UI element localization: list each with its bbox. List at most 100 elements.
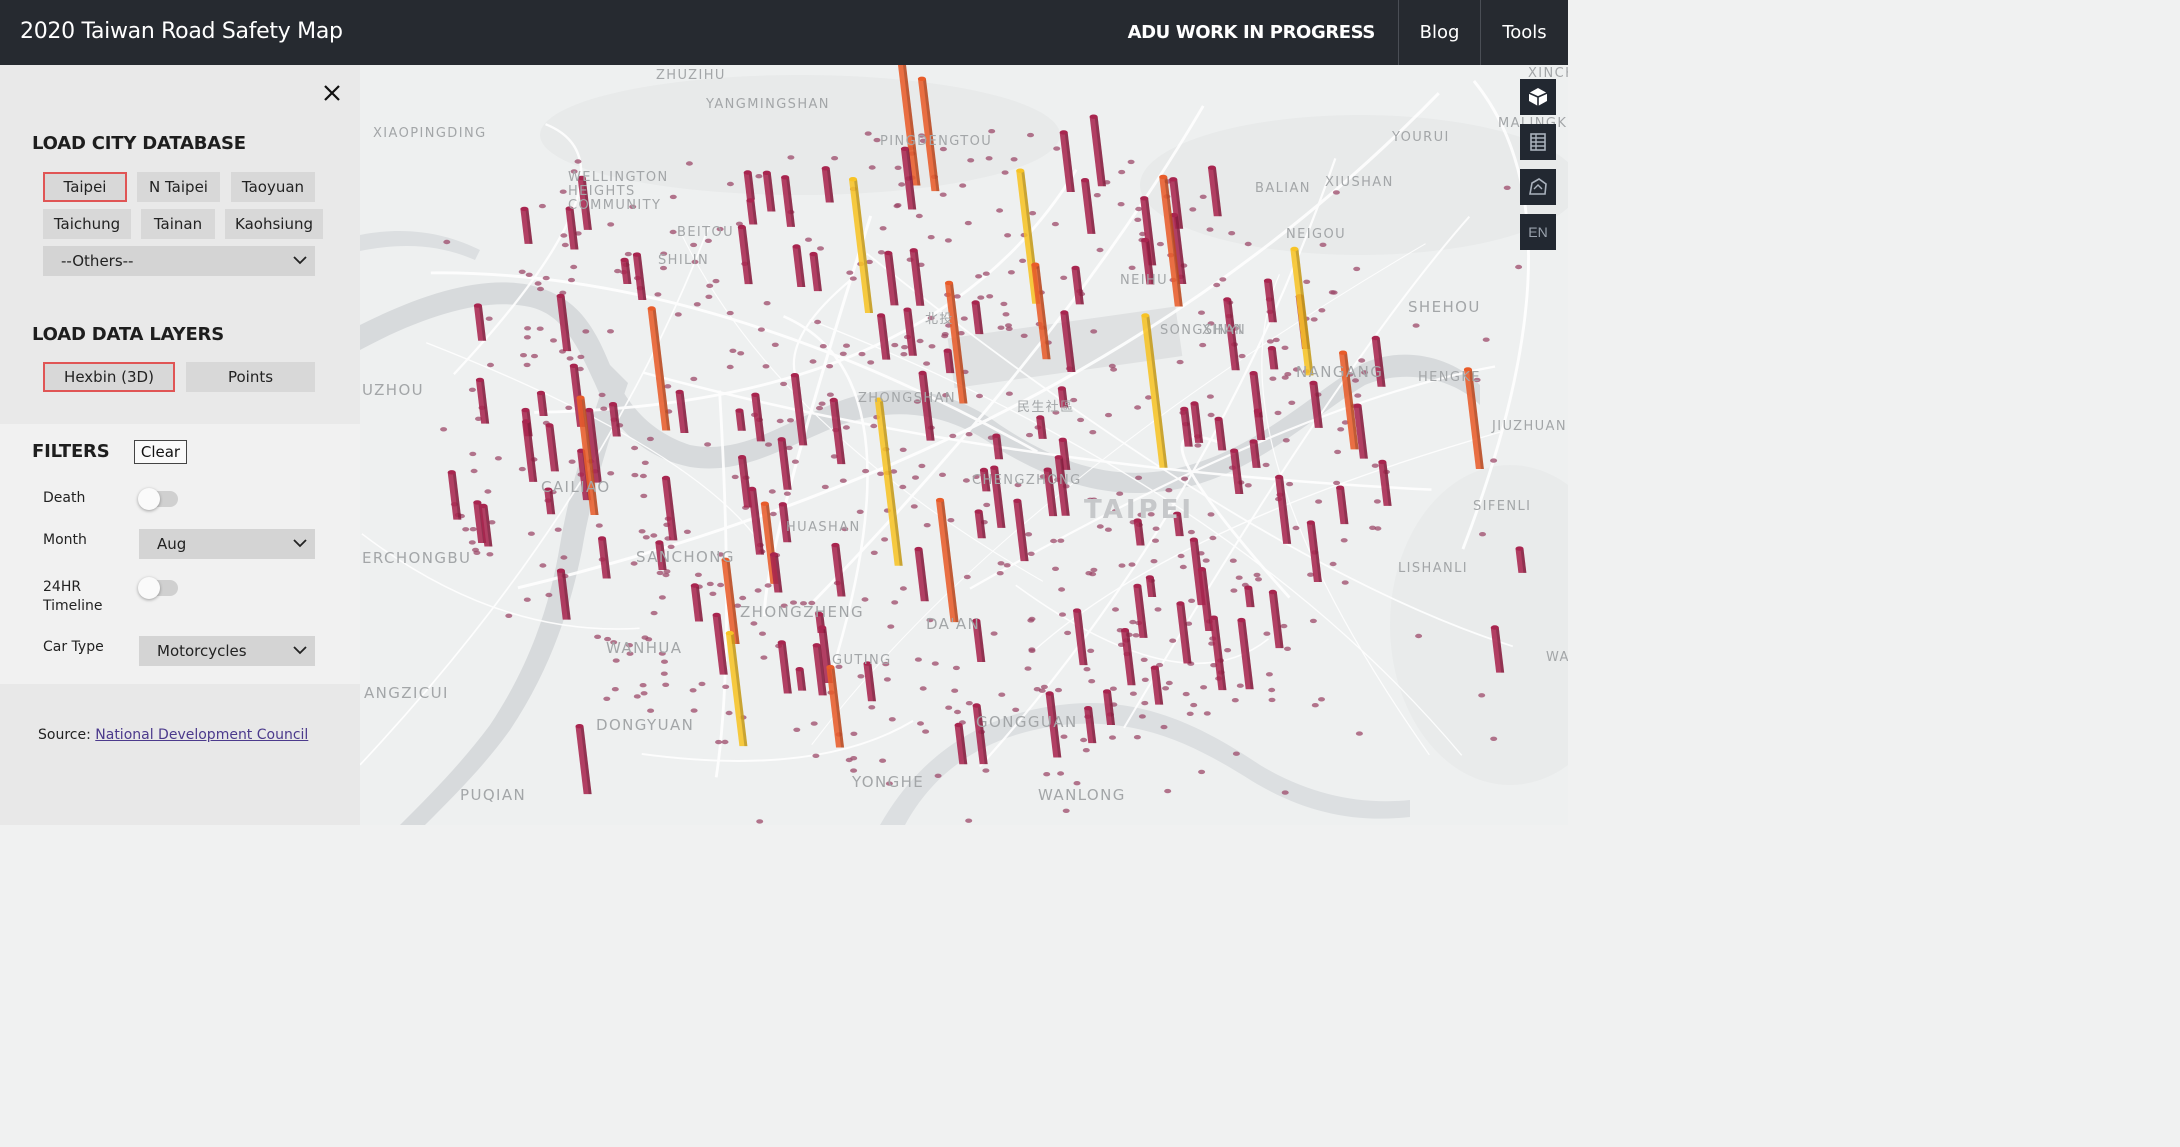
- hexbin-dot: [1478, 693, 1486, 698]
- hexbin-dot: [883, 677, 891, 682]
- hexbin-dot: [1503, 185, 1511, 190]
- hexbin-dot: [729, 348, 737, 353]
- hexbin-bar: [1214, 416, 1227, 451]
- hexbin-bar: [1290, 246, 1314, 376]
- hexbin-dot: [780, 381, 788, 387]
- hexbin-dot: [689, 688, 697, 693]
- hexbin-dot: [612, 658, 620, 663]
- timeline-toggle[interactable]: [138, 577, 178, 599]
- nav-tools[interactable]: Tools: [1481, 0, 1568, 65]
- hexbin-dot: [1085, 571, 1093, 576]
- city-button-n-taipei[interactable]: N Taipei: [137, 172, 220, 202]
- hexbin-dot: [694, 572, 702, 577]
- hexbin-dot: [826, 364, 834, 369]
- layer-button-hexbin[interactable]: Hexbin (3D): [43, 362, 175, 392]
- city-button-taoyuan[interactable]: Taoyuan: [231, 172, 315, 202]
- hexbin-dot: [704, 442, 712, 447]
- hexbin-dot: [1027, 132, 1034, 138]
- close-icon[interactable]: [322, 83, 342, 103]
- app-title: 2020 Taiwan Road Safety Map: [20, 19, 343, 44]
- hexbin-dot: [1138, 714, 1146, 719]
- hexbin-dot: [1001, 170, 1009, 175]
- hexbin-dot: [982, 271, 990, 276]
- hexbin-bar: [725, 630, 748, 747]
- hexbin-dot: [867, 360, 875, 365]
- table-view-button[interactable]: [1520, 124, 1556, 160]
- hexbin-dot: [568, 459, 576, 464]
- hexbin-dot: [1152, 526, 1160, 531]
- hexbin-dot: [1230, 588, 1238, 593]
- hexbin-dot: [1005, 323, 1012, 328]
- hexbin-dot: [1209, 535, 1217, 541]
- hexbin-dot: [595, 523, 603, 528]
- city-button-taipei[interactable]: Taipei: [43, 172, 127, 202]
- hexbin-bar: [1089, 114, 1106, 187]
- hexbin-dot: [1141, 700, 1149, 706]
- hexbin-dot: [698, 681, 706, 687]
- city-button-taichung[interactable]: Taichung: [43, 209, 131, 239]
- hexbin-dot: [539, 563, 547, 568]
- car-type-select[interactable]: Motorcycles: [139, 636, 315, 666]
- map-canvas[interactable]: ZHUZIHU YANGMINGSHAN XIAOPINGDING PINGDE…: [360, 65, 1568, 825]
- hexbin-dot: [894, 203, 902, 208]
- basemap-button[interactable]: [1520, 169, 1556, 205]
- language-button[interactable]: EN: [1520, 214, 1556, 250]
- nav-blog[interactable]: Blog: [1399, 0, 1481, 65]
- hexbin-bar: [848, 177, 874, 313]
- layer-button-points[interactable]: Points: [186, 362, 315, 392]
- hexbin-dot: [1064, 630, 1072, 636]
- place-label: WELLINGTON HEIGHTS COMMUNITY: [568, 170, 669, 213]
- hexbin-dot: [1288, 400, 1296, 405]
- hexbin-dot: [965, 818, 973, 823]
- hexbin-dot: [1198, 769, 1206, 775]
- hexbin-dot: [849, 276, 857, 281]
- hexbin-dot: [1150, 559, 1158, 564]
- hexbin-dot: [850, 756, 858, 761]
- hexbin-dot: [1062, 808, 1070, 813]
- city-button-kaohsiung[interactable]: Kaohsiung: [225, 209, 323, 239]
- month-label: Month: [43, 532, 87, 548]
- hexbin-dot: [817, 246, 824, 251]
- hexbin-dot: [1207, 412, 1215, 418]
- hexbin-dot: [1341, 580, 1349, 585]
- hexbin-dot: [1268, 697, 1276, 703]
- hexbin-dot: [1007, 270, 1015, 275]
- hexbin-dot: [1135, 475, 1143, 480]
- hexbin-dot: [1284, 646, 1291, 651]
- hexbin-dot: [685, 161, 693, 166]
- hexbin-dot: [914, 657, 922, 662]
- hexbin-dot: [1206, 394, 1214, 399]
- source-panel: Source: National Development Council: [0, 684, 360, 825]
- brand-link[interactable]: ADU WORK IN PROGRESS: [1128, 0, 1399, 65]
- source-text: Source: National Development Council: [38, 727, 308, 743]
- hexbin-dot: [1244, 241, 1252, 247]
- hexbin-dot: [524, 326, 532, 331]
- hexbin-dot: [861, 597, 869, 602]
- 3d-view-button[interactable]: [1520, 79, 1556, 115]
- hexbin-bar: [777, 640, 792, 694]
- hexbin-dot: [1004, 233, 1012, 238]
- hexbin-dot: [1128, 265, 1136, 270]
- city-button-tainan[interactable]: Tainan: [141, 209, 215, 239]
- hexbin-dot: [1266, 339, 1274, 344]
- source-link[interactable]: National Development Council: [95, 727, 308, 743]
- hexbin-dot: [570, 264, 578, 270]
- hexbin-dot: [1200, 685, 1208, 690]
- death-toggle[interactable]: [138, 488, 178, 510]
- clear-filters-button[interactable]: Clear: [134, 440, 187, 464]
- hexbin-dot: [1490, 736, 1498, 741]
- hexbin-dot: [919, 686, 927, 691]
- hexbin-dot: [1118, 563, 1126, 568]
- hexbin-dot: [1412, 323, 1420, 328]
- hexbin-dot: [764, 583, 772, 588]
- hexbin-bar: [575, 724, 592, 795]
- place-label: UZHOU: [362, 381, 425, 399]
- hexbin-dot: [1057, 771, 1065, 776]
- month-select[interactable]: Aug: [139, 529, 315, 559]
- hexbin-dot: [1087, 648, 1095, 653]
- hexbin-dot: [877, 471, 885, 476]
- hexbin-dot: [756, 819, 764, 824]
- hexbin-dot: [964, 220, 972, 226]
- others-city-select[interactable]: --Others--: [43, 246, 315, 276]
- hexbin-dot: [977, 295, 985, 300]
